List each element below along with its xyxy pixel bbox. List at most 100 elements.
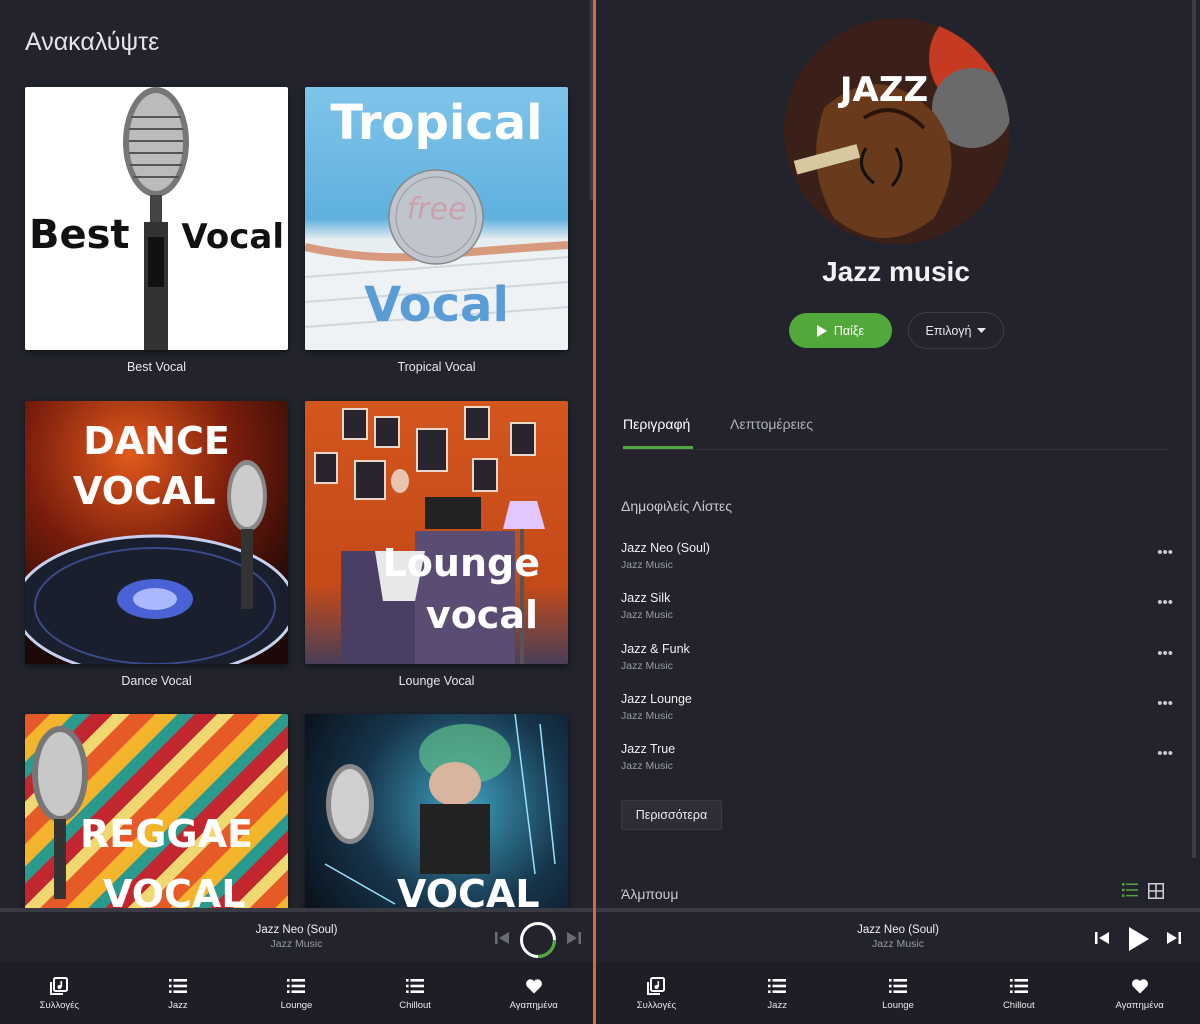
bottom-nav: Συλλογές Jazz Lounge Chillout Αγαπημένα	[0, 962, 593, 1024]
nav-chillout[interactable]: Chillout	[958, 962, 1079, 1024]
nav-jazz[interactable]: Jazz	[717, 962, 838, 1024]
nav-jazz[interactable]: Jazz	[119, 962, 238, 1024]
collections-icon	[49, 976, 69, 996]
tab-description[interactable]: Περιγραφή	[623, 416, 690, 432]
nav-favorites[interactable]: Αγαπημένα	[1079, 962, 1200, 1024]
tile-caption: Lounge Vocal	[398, 674, 475, 688]
cover-text: JAZZ	[839, 70, 929, 110]
nav-collections[interactable]: Συλλογές	[0, 962, 119, 1024]
list-icon	[767, 976, 787, 996]
list-view-icon	[1122, 883, 1138, 897]
play-icon	[816, 324, 827, 337]
spinner-icon	[520, 922, 556, 958]
playlist-cover: JAZZ	[784, 18, 1010, 244]
list-item-title: Jazz Silk	[621, 591, 671, 606]
tile-art-text: REGGAE	[80, 812, 253, 856]
more-options-icon[interactable]: •••	[1157, 594, 1173, 611]
tile-artwork: Tropical free Vocal	[305, 87, 568, 350]
more-options-icon[interactable]: •••	[1157, 645, 1173, 662]
list-item[interactable]: Jazz Lounge Jazz Music •••	[621, 692, 1176, 742]
view-toggle-group	[1122, 883, 1164, 904]
tile-artwork: DANCE VOCAL	[25, 401, 288, 664]
discover-grid: Ανακαλύψτε Best Vocal Best Vocal Tropica…	[0, 0, 593, 908]
list-icon	[286, 976, 306, 996]
tab-bar: Περιγραφή Λεπτομέρειες	[623, 412, 1168, 450]
list-icon	[888, 976, 908, 996]
popular-lists-heading: Δημοφιλείς Λίστες	[621, 498, 733, 514]
active-tab-indicator	[623, 446, 693, 449]
nav-lounge[interactable]: Lounge	[838, 962, 959, 1024]
play-button[interactable]	[1128, 926, 1150, 952]
playlist-title: Jazz music	[822, 256, 970, 287]
list-item-subtitle: Jazz Music	[621, 709, 673, 722]
heart-icon	[1130, 976, 1150, 996]
more-options-icon[interactable]: •••	[1157, 695, 1173, 712]
tile-artwork: Lounge vocal	[305, 401, 568, 664]
caret-down-icon	[977, 327, 987, 333]
page-title: Ανακαλύψτε	[25, 28, 160, 56]
playlist-detail-pane: JAZZ Jazz music Παίξε Επιλογή Περιγραφή …	[596, 0, 1200, 1024]
tile-best-vocal[interactable]: Best Vocal Best Vocal	[25, 87, 288, 374]
list-item[interactable]: Jazz & Funk Jazz Music •••	[621, 642, 1176, 692]
list-item[interactable]: Jazz Silk Jazz Music •••	[621, 591, 1176, 641]
list-item-subtitle: Jazz Music	[621, 760, 673, 773]
list-item-title: Jazz True	[621, 742, 676, 757]
more-options-icon[interactable]: •••	[1157, 544, 1173, 561]
nav-lounge[interactable]: Lounge	[237, 962, 356, 1024]
play-button[interactable]: Παίξε	[789, 313, 892, 348]
popular-list: Jazz Neo (Soul) Jazz Music ••• Jazz Silk…	[621, 541, 1176, 792]
nav-collections[interactable]: Συλλογές	[596, 962, 717, 1024]
tile-vocal[interactable]: VOCAL	[305, 714, 568, 908]
skip-previous-icon	[1095, 932, 1109, 944]
nav-favorites[interactable]: Αγαπημένα	[474, 962, 593, 1024]
heart-icon	[524, 976, 544, 996]
tile-art-text: Vocal	[181, 217, 284, 257]
next-button[interactable]	[566, 930, 582, 946]
more-button[interactable]: Περισσότερα	[621, 800, 722, 830]
previous-button[interactable]	[1094, 930, 1110, 946]
options-dropdown[interactable]: Επιλογή	[908, 312, 1004, 349]
play-icon	[1129, 927, 1149, 951]
nav-label: Jazz	[767, 999, 787, 1011]
next-button[interactable]	[1166, 930, 1182, 946]
tile-lounge-vocal[interactable]: Lounge vocal Lounge Vocal	[305, 401, 568, 688]
previous-button[interactable]	[494, 930, 510, 946]
list-icon	[405, 976, 425, 996]
tile-tropical-vocal[interactable]: Tropical free Vocal Tropical Vocal	[305, 87, 568, 374]
more-options-icon[interactable]: •••	[1157, 745, 1173, 762]
tile-art-text: Tropical	[330, 95, 543, 151]
skip-next-icon	[1167, 932, 1181, 944]
mini-player: Jazz Neo (Soul) Jazz Music	[596, 908, 1200, 962]
nav-label: Chillout	[1002, 999, 1035, 1011]
list-item[interactable]: Jazz True Jazz Music •••	[621, 742, 1176, 792]
mini-player: Jazz Neo (Soul) Jazz Music	[0, 908, 593, 962]
nav-label: Lounge	[882, 999, 914, 1011]
tile-art-text: Lounge	[382, 541, 540, 585]
scrollbar[interactable]	[1192, 0, 1196, 858]
tab-details[interactable]: Λεπτομέρειες	[730, 416, 813, 432]
list-item[interactable]: Jazz Neo (Soul) Jazz Music •••	[621, 541, 1176, 591]
nav-label: Συλλογές	[39, 999, 79, 1011]
nav-label: Αγαπημένα	[1115, 999, 1164, 1011]
list-item-title: Jazz Lounge	[621, 691, 692, 706]
skip-next-icon	[567, 932, 581, 944]
discover-pane: Ανακαλύψτε Best Vocal Best Vocal Tropica…	[0, 0, 593, 1024]
play-button-label: Παίξε	[833, 323, 865, 338]
list-item-title: Jazz Neo (Soul)	[621, 541, 710, 555]
tile-art-text: VOCAL	[397, 872, 540, 908]
nav-label: Συλλογές	[636, 999, 677, 1011]
nav-label: Chillout	[399, 999, 431, 1011]
nav-label: Αγαπημένα	[509, 999, 558, 1011]
nav-chillout[interactable]: Chillout	[356, 962, 475, 1024]
nav-label: Jazz	[168, 999, 188, 1011]
list-view-toggle[interactable]	[1122, 883, 1138, 904]
list-item-subtitle: Jazz Music	[621, 659, 673, 672]
tile-reggae-vocal[interactable]: REGGAE VOCAL	[25, 714, 288, 908]
grid-view-toggle[interactable]	[1148, 883, 1164, 904]
albums-heading: Άλμπουμ	[621, 886, 679, 902]
tile-caption: Best Vocal	[126, 360, 187, 374]
skip-previous-icon	[495, 932, 509, 944]
tile-dance-vocal[interactable]: DANCE VOCAL Dance Vocal	[25, 401, 288, 688]
list-item-subtitle: Jazz Music	[621, 559, 673, 571]
tile-caption: Dance Vocal	[121, 674, 192, 688]
